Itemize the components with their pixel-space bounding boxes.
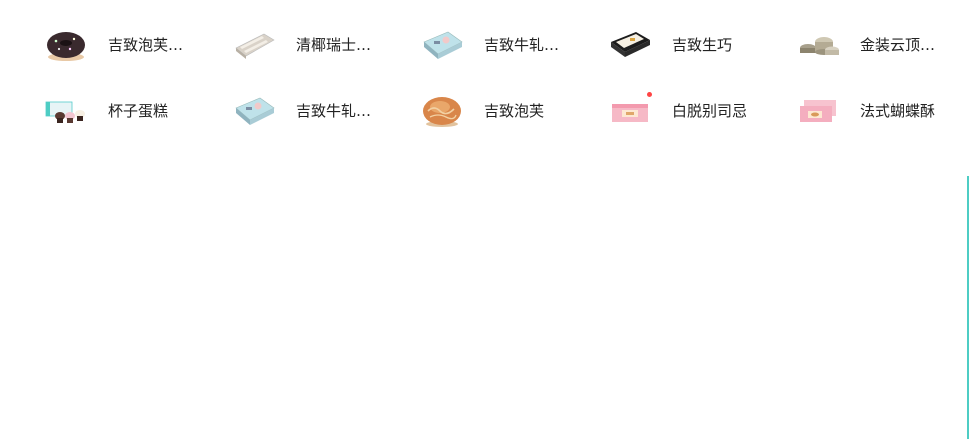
pink-box-icon: [604, 89, 656, 133]
product-item[interactable]: 金装云顶…: [792, 20, 969, 70]
product-item[interactable]: 清椰瑞士…: [228, 20, 416, 70]
product-item[interactable]: 吉致泡芙…: [40, 20, 228, 70]
pink-boxes-icon: [792, 89, 844, 133]
product-item[interactable]: 吉致泡芙: [416, 86, 604, 136]
tins-icon: [792, 23, 844, 67]
product-grid: 吉致泡芙… 清椰瑞士… 吉致牛轧… 吉致生巧 金装云顶… 杯子蛋糕 吉致牛轧… …: [40, 20, 969, 152]
product-label: 清椰瑞士…: [296, 36, 372, 54]
product-label: 法式蝴蝶酥: [860, 102, 936, 120]
product-label: 白脱别司忌: [672, 102, 748, 120]
swiss-roll-box-icon: [228, 23, 280, 67]
nougat-box-icon: [228, 89, 280, 133]
donut-icon: [40, 23, 92, 67]
product-label: 吉致牛轧…: [484, 36, 560, 54]
product-item[interactable]: 吉致牛轧…: [416, 20, 604, 70]
product-label: 金装云顶…: [860, 36, 936, 54]
product-item[interactable]: 吉致生巧: [604, 20, 792, 70]
product-label: 杯子蛋糕: [108, 102, 169, 120]
cupcakes-icon: [40, 89, 92, 133]
product-item[interactable]: 法式蝴蝶酥: [792, 86, 969, 136]
product-label: 吉致生巧: [672, 36, 733, 54]
nougat-box-icon: [416, 23, 468, 67]
product-item[interactable]: 白脱别司忌: [604, 86, 792, 136]
product-item[interactable]: 杯子蛋糕: [40, 86, 228, 136]
product-label: 吉致泡芙: [484, 102, 545, 120]
puff-pastry-icon: [416, 89, 468, 133]
chocolate-box-icon: [604, 23, 656, 67]
product-label: 吉致牛轧…: [296, 102, 372, 120]
notification-dot: [647, 92, 652, 97]
product-item[interactable]: 吉致牛轧…: [228, 86, 416, 136]
product-label: 吉致泡芙…: [108, 36, 184, 54]
